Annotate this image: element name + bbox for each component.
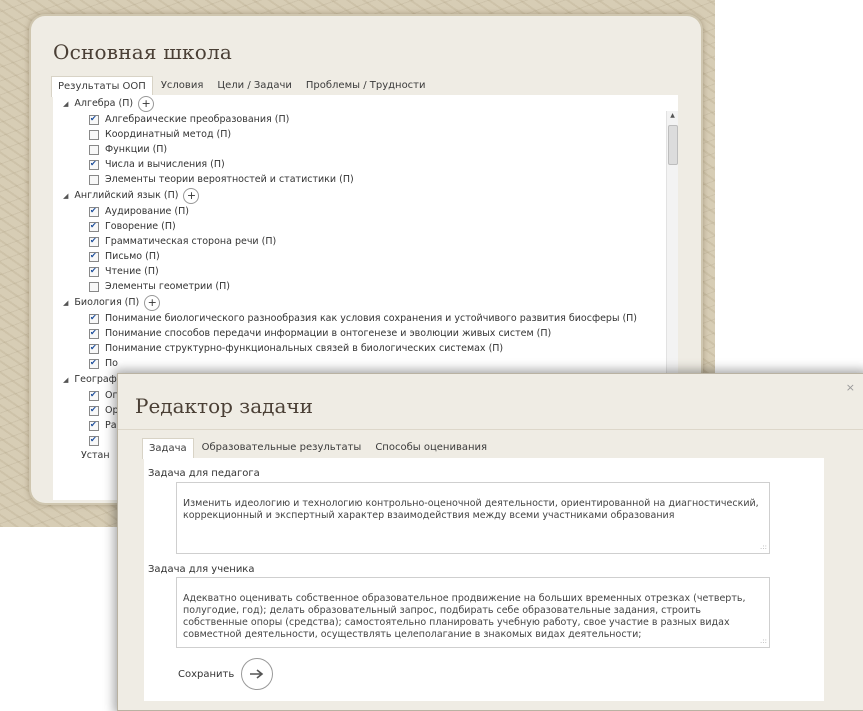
- scroll-up-icon[interactable]: ▲: [667, 111, 678, 121]
- result-label: Чтение (П): [105, 266, 159, 277]
- resize-grip-icon[interactable]: .::: [760, 635, 767, 647]
- result-checkbox[interactable]: [89, 328, 99, 339]
- result-checkbox[interactable]: [89, 420, 99, 431]
- tab-problems[interactable]: Проблемы / Трудности: [300, 76, 432, 97]
- triangle-expanded-icon[interactable]: ◢: [63, 192, 68, 200]
- result-item: Понимание структурно-функциональных связ…: [53, 341, 678, 356]
- result-item: Аудирование (П): [53, 204, 678, 219]
- result-checkbox[interactable]: [89, 405, 99, 416]
- result-item: Говорение (П): [53, 219, 678, 234]
- result-label: Алгебраические преобразования (П): [105, 114, 290, 125]
- result-checkbox[interactable]: [89, 313, 99, 324]
- result-checkbox[interactable]: [89, 159, 99, 170]
- result-item: Понимание биологического разнообразия ка…: [53, 311, 678, 326]
- school-tabs: Результаты ООП Условия Цели / Задачи Про…: [51, 76, 434, 97]
- result-checkbox[interactable]: [89, 343, 99, 354]
- result-checkbox[interactable]: [89, 236, 99, 247]
- close-icon[interactable]: ×: [846, 381, 855, 394]
- result-item: Координатный метод (П): [53, 127, 678, 142]
- triangle-expanded-icon[interactable]: ◢: [63, 299, 68, 307]
- tab-edu-results[interactable]: Образовательные результаты: [196, 438, 368, 459]
- result-label: Числа и вычисления (П): [105, 159, 225, 170]
- subject-row[interactable]: ◢ Английский язык (П) +: [53, 187, 678, 204]
- result-item: Понимание способов передачи информации в…: [53, 326, 678, 341]
- result-item: По: [53, 356, 678, 371]
- subject-name: Географ: [74, 374, 117, 385]
- result-item: Алгебраические преобразования (П): [53, 112, 678, 127]
- tab-assessment[interactable]: Способы оценивания: [369, 438, 493, 459]
- result-label: По: [105, 358, 118, 369]
- result-label: Элементы геометрии (П): [105, 281, 230, 292]
- result-item: Чтение (П): [53, 264, 678, 279]
- result-checkbox[interactable]: [89, 266, 99, 277]
- task-pane: Задача для педагога Изменить идеологию и…: [144, 458, 824, 701]
- result-label: Координатный метод (П): [105, 129, 232, 140]
- subject-row[interactable]: ◢ Биология (П) +: [53, 294, 678, 311]
- subject-row[interactable]: ◢ Алгебра (П) +: [53, 95, 678, 112]
- result-checkbox[interactable]: [89, 358, 99, 369]
- result-label: Понимание биологического разнообразия ка…: [105, 313, 638, 324]
- result-label: Понимание структурно-функциональных связ…: [105, 343, 504, 354]
- plus-icon[interactable]: +: [183, 187, 200, 204]
- tab-goals[interactable]: Цели / Задачи: [211, 76, 298, 97]
- subject-name: Английский язык (П): [74, 190, 179, 201]
- result-item: Письмо (П): [53, 249, 678, 264]
- resize-grip-icon[interactable]: .::: [760, 541, 767, 553]
- result-item: Функции (П): [53, 142, 678, 157]
- result-checkbox[interactable]: [89, 129, 99, 140]
- result-item: Элементы геометрии (П): [53, 279, 678, 294]
- task-editor-dialog: Редактор задачи × Задача Образовательные…: [117, 373, 863, 711]
- result-label: Функции (П): [105, 144, 168, 155]
- dialog-tabs: Задача Образовательные результаты Способ…: [142, 438, 495, 459]
- triangle-expanded-icon[interactable]: ◢: [63, 100, 68, 108]
- result-checkbox[interactable]: [89, 206, 99, 217]
- teacher-task-field[interactable]: Изменить идеологию и технологию контроль…: [176, 482, 770, 554]
- student-task-text: Адекватно оценивать собственное образова…: [183, 593, 746, 640]
- arrow-right-icon: [250, 669, 264, 679]
- dialog-title: Редактор задачи: [135, 394, 313, 418]
- save-button[interactable]: [241, 658, 274, 690]
- student-task-field[interactable]: Адекватно оценивать собственное образова…: [176, 577, 770, 648]
- result-checkbox[interactable]: [89, 251, 99, 262]
- tab-task[interactable]: Задача: [142, 438, 194, 459]
- save-area: Сохранить: [178, 658, 274, 690]
- result-label: Понимание способов передачи информации в…: [105, 328, 552, 339]
- dialog-divider: [118, 429, 863, 430]
- result-checkbox[interactable]: [89, 144, 99, 155]
- result-label: Письмо (П): [105, 251, 160, 262]
- subject-name: Биология (П): [74, 297, 140, 308]
- student-task-label: Задача для ученика: [148, 564, 255, 575]
- result-checkbox[interactable]: [89, 221, 99, 232]
- teacher-task-label: Задача для педагога: [148, 468, 260, 479]
- result-item: Числа и вычисления (П): [53, 157, 678, 172]
- result-checkbox[interactable]: [89, 281, 99, 292]
- result-checkbox[interactable]: [89, 174, 99, 185]
- tab-results[interactable]: Результаты ООП: [51, 76, 153, 97]
- scroll-thumb[interactable]: [668, 125, 678, 165]
- triangle-expanded-icon[interactable]: ◢: [63, 376, 68, 384]
- plus-icon[interactable]: +: [138, 95, 155, 112]
- result-label: Ра: [105, 420, 117, 431]
- result-label: Элементы теории вероятностей и статистик…: [105, 174, 354, 185]
- result-checkbox[interactable]: [89, 390, 99, 401]
- tab-conditions[interactable]: Условия: [155, 76, 210, 97]
- save-label: Сохранить: [178, 668, 235, 680]
- result-label: Говорение (П): [105, 221, 176, 232]
- teacher-task-text: Изменить идеологию и технологию контроль…: [183, 498, 759, 521]
- result-checkbox[interactable]: [89, 435, 99, 446]
- page-title: Основная школа: [53, 40, 233, 64]
- result-item: Грамматическая сторона речи (П): [53, 234, 678, 249]
- result-label: Грамматическая сторона речи (П): [105, 236, 277, 247]
- result-checkbox[interactable]: [89, 114, 99, 125]
- result-label: Аудирование (П): [105, 206, 189, 217]
- subject-name: Алгебра (П): [74, 98, 134, 109]
- plus-icon[interactable]: +: [144, 294, 161, 311]
- result-item: Элементы теории вероятностей и статистик…: [53, 172, 678, 187]
